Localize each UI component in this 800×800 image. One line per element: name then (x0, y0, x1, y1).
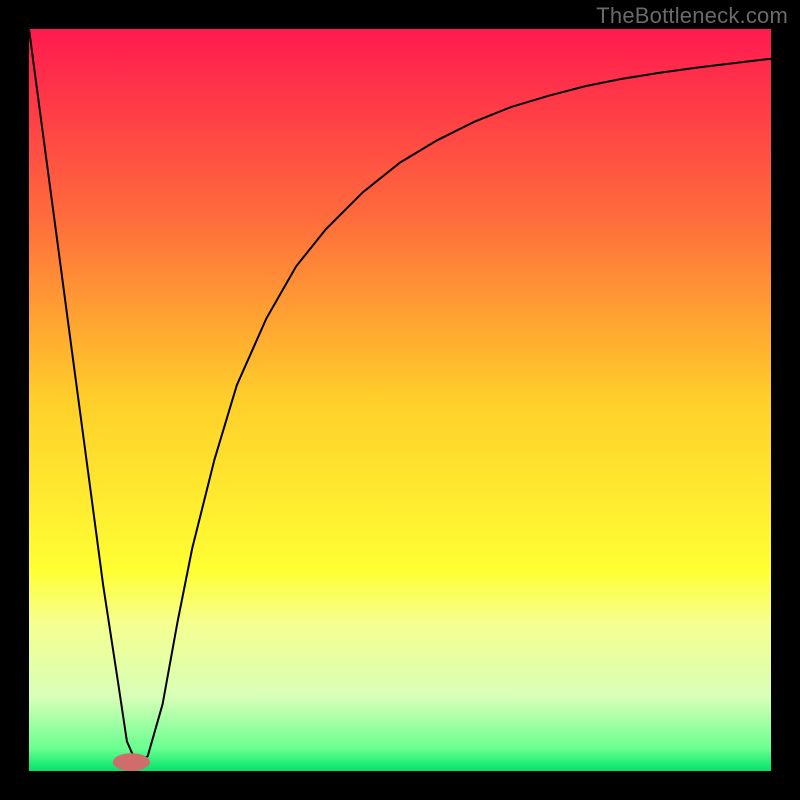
optimal-point-marker (113, 753, 150, 771)
watermark-text: TheBottleneck.com (596, 3, 788, 29)
chart-frame (0, 0, 800, 800)
bottleneck-chart (29, 29, 771, 771)
plot-area (29, 29, 771, 771)
gradient-background (29, 29, 771, 771)
